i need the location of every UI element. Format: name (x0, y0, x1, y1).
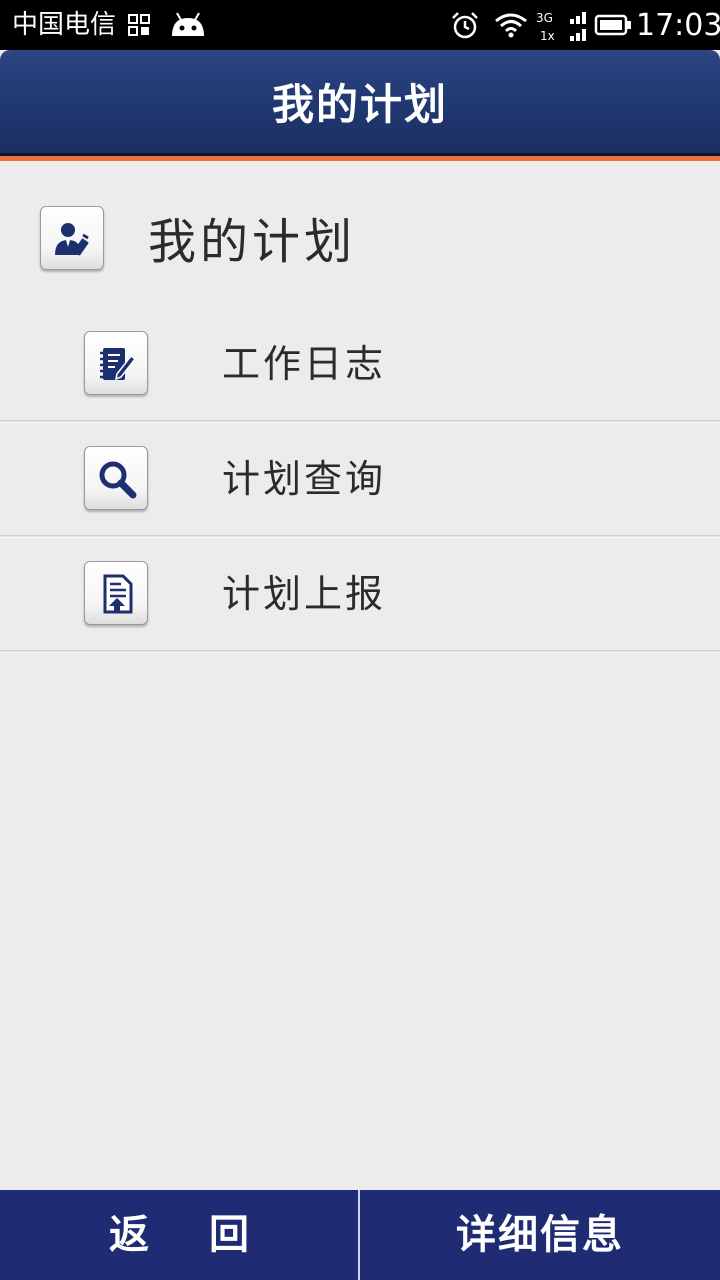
menu-item-plan-report[interactable]: 计划上报 (0, 561, 720, 675)
journal-edit-icon (100, 348, 137, 381)
alarm-clock-icon (452, 12, 478, 39)
document-upload-icon (103, 574, 133, 614)
network-type-3g: 3G (536, 11, 553, 25)
page-title: 我的计划 (271, 80, 448, 129)
menu-item-label: 计划上报 (222, 572, 387, 616)
section-icon-box (40, 206, 104, 270)
battery-icon (594, 14, 631, 36)
user-edit-icon (55, 223, 89, 256)
search-icon (99, 461, 137, 499)
status-bar: 中国电信 3G 1x 17:03 (0, 0, 720, 50)
clock-time: 17:03 (636, 8, 720, 43)
back-button[interactable]: 返回 (0, 1190, 358, 1280)
plan-query-icon-box (84, 446, 148, 510)
menu-item-plan-query[interactable]: 计划查询 (0, 446, 720, 560)
title-bar: 我的计划 (0, 50, 720, 153)
menu-divider (0, 535, 720, 538)
qr-code-icon (128, 14, 150, 36)
detail-info-button[interactable]: 详细信息 (360, 1190, 720, 1280)
menu-item-label: 计划查询 (222, 457, 387, 501)
work-log-icon-box (84, 331, 148, 395)
signal-strength-icon: 3G 1x (536, 11, 586, 42)
bottom-action-bar: 返回 详细信息 (0, 1190, 720, 1280)
menu-divider (0, 650, 720, 653)
menu-item-label: 工作日志 (222, 342, 387, 386)
wifi-icon (495, 13, 527, 38)
section-title: 我的计划 (148, 214, 357, 270)
carrier-label: 中国电信 (12, 10, 117, 40)
header-accent-line (0, 156, 720, 161)
network-type-1x: 1x (540, 29, 555, 42)
android-icon (172, 12, 204, 36)
menu-item-work-log[interactable]: 工作日志 (0, 331, 720, 445)
menu-divider (0, 420, 720, 423)
plan-report-icon-box (84, 561, 148, 625)
